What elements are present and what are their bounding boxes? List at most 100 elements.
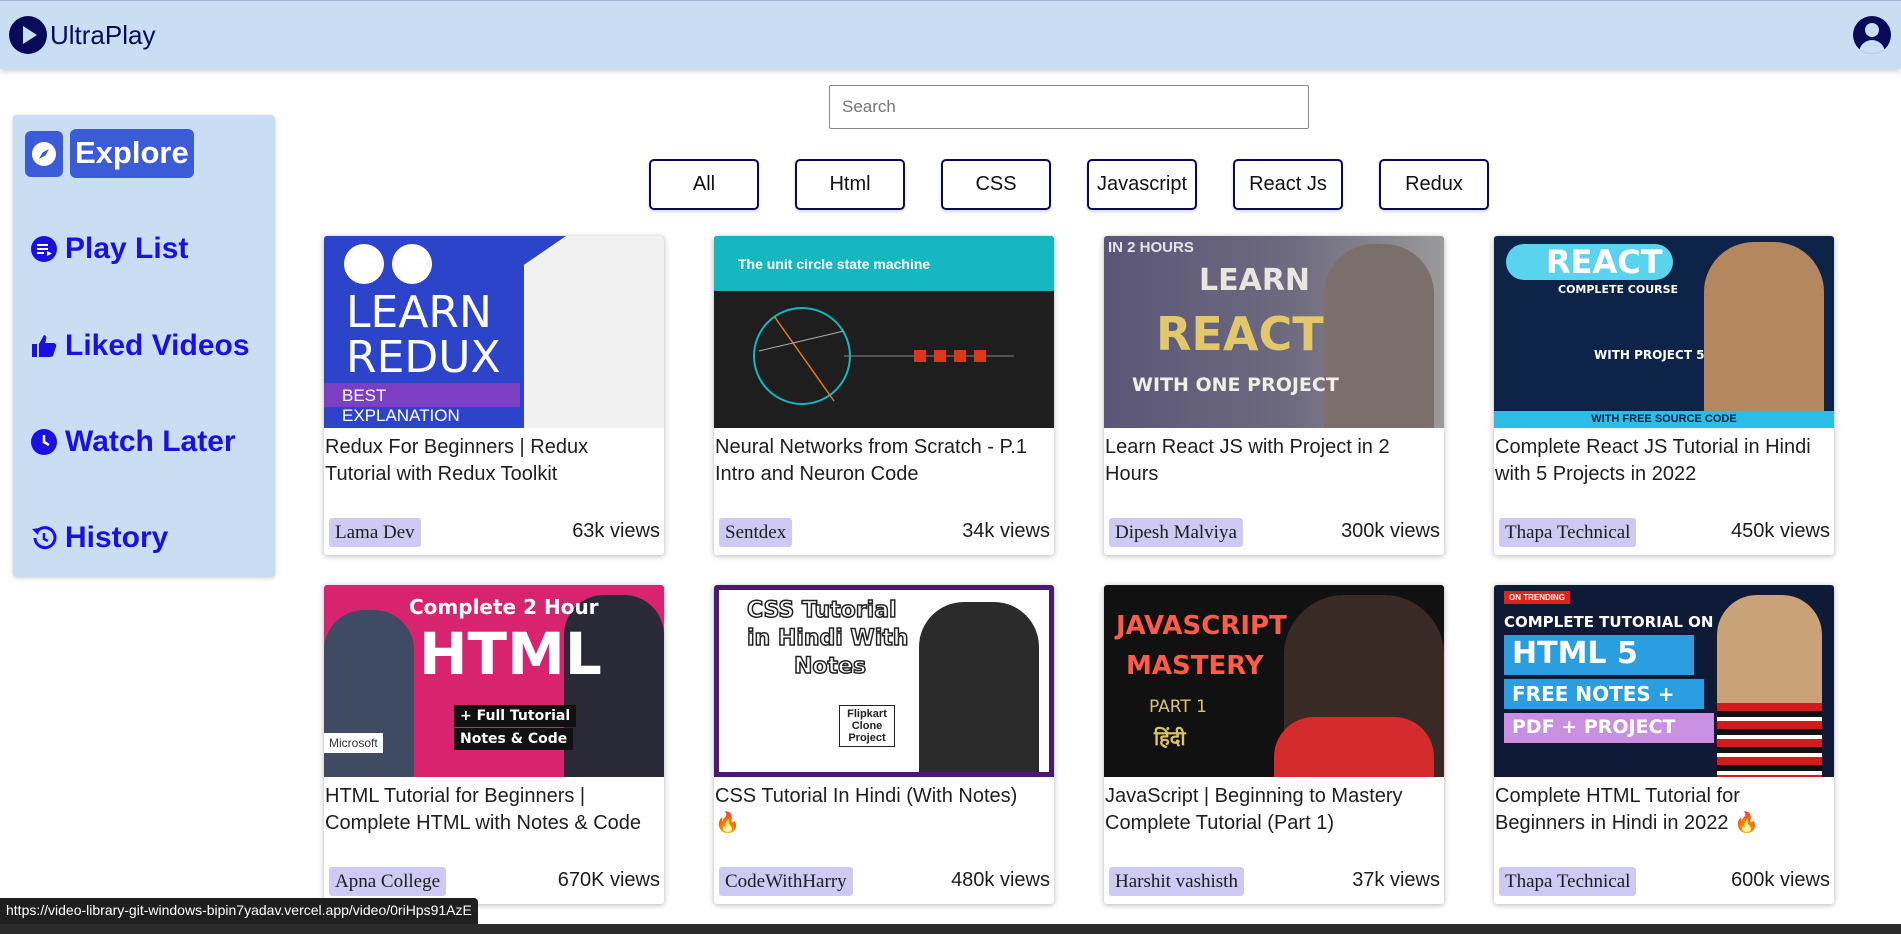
thumbnail-corner-text: IN 2 HOURS xyxy=(1108,239,1194,256)
video-card[interactable]: REACT COMPLETE COURSE WITH PROJECT 5 WIT… xyxy=(1494,236,1834,555)
video-title[interactable]: JavaScript | Beginning to Mastery Comple… xyxy=(1105,783,1435,837)
filter-chip-all[interactable]: All xyxy=(649,159,759,210)
video-thumbnail[interactable]: The unit circle state machine xyxy=(714,236,1054,428)
channel-badge[interactable]: Thapa Technical xyxy=(1499,518,1637,547)
channel-badge[interactable]: Harshit vashisth xyxy=(1109,867,1244,896)
filter-chip-redux[interactable]: Redux xyxy=(1379,159,1489,210)
view-count: 34k views xyxy=(962,520,1050,542)
thumbnail-text: in Hindi With xyxy=(746,626,909,651)
filter-chip-react-js[interactable]: React Js xyxy=(1233,159,1343,210)
compass-icon xyxy=(25,130,63,177)
thumbnail-badge: Microsoft xyxy=(324,733,383,753)
link-status-bar: https://video-library-git-windows-bipin7… xyxy=(0,898,478,924)
thumbnail-text: REACT xyxy=(1506,244,1673,280)
sidebar-item-playlist[interactable]: Play List xyxy=(29,232,188,266)
thumbnail-text: JAVASCRIPT xyxy=(1116,611,1287,641)
top-header: UltraPlay xyxy=(0,0,1901,69)
filter-chip-javascript[interactable]: Javascript xyxy=(1087,159,1197,210)
channel-badge[interactable]: Sentdex xyxy=(719,518,793,547)
thumbnail-badge: Flipkart Clone Project xyxy=(839,705,895,747)
filter-chip-html[interactable]: Html xyxy=(795,159,905,210)
bottom-strip xyxy=(0,924,1901,934)
video-title[interactable]: CSS Tutorial In Hindi (With Notes) 🔥 xyxy=(715,783,1045,837)
view-count: 63k views xyxy=(572,520,660,542)
view-count: 450k views xyxy=(1731,520,1830,542)
thumbnail-text: REACT xyxy=(1156,307,1324,361)
sidebar-item-label: Play List xyxy=(65,232,189,265)
brand-logo-link[interactable]: UltraPlay xyxy=(9,16,155,54)
history-icon xyxy=(29,523,59,553)
video-title[interactable]: Complete React JS Tutorial in Hindi with… xyxy=(1495,434,1825,488)
thumbnail-text: WITH ONE PROJECT xyxy=(1132,374,1339,396)
thumbnail-text: हिंदी xyxy=(1154,726,1186,750)
channel-badge[interactable]: Apna College xyxy=(329,867,447,896)
thumbnail-text: Notes & Code xyxy=(454,728,574,750)
category-filters: All Html CSS Javascript React Js Redux xyxy=(649,159,1489,210)
thumbnail-text: FREE NOTES + xyxy=(1504,679,1704,709)
channel-badge[interactable]: Thapa Technical xyxy=(1499,867,1637,896)
thumbnail-text: Complete 2 Hour xyxy=(409,595,599,619)
channel-badge[interactable]: Lama Dev xyxy=(329,518,421,547)
view-count: 37k views xyxy=(1352,869,1440,891)
video-title[interactable]: Learn React JS with Project in 2 Hours xyxy=(1105,434,1435,488)
thumbnail-badge: BEST EXPLANATION xyxy=(324,383,520,425)
video-card[interactable]: CSS Tutorial in Hindi With Notes Flipkar… xyxy=(714,585,1054,904)
video-title[interactable]: Redux For Beginners | Redux Tutorial wit… xyxy=(325,434,655,488)
view-count: 600k views xyxy=(1731,869,1830,891)
view-count: 300k views xyxy=(1341,520,1440,542)
video-card[interactable]: IN 2 HOURS LEARN REACT WITH ONE PROJECT … xyxy=(1104,236,1444,555)
thumbnail-text: LEARN xyxy=(346,287,492,338)
thumbnail-footer: WITH FREE SOURCE CODE xyxy=(1494,411,1834,428)
video-thumbnail[interactable]: JAVASCRIPT MASTERY PART 1 हिंदी xyxy=(1104,585,1444,777)
video-title[interactable]: Neural Networks from Scratch - P.1 Intro… xyxy=(715,434,1045,488)
video-title[interactable]: HTML Tutorial for Beginners | Complete H… xyxy=(325,783,655,837)
clock-icon xyxy=(29,427,59,457)
video-thumbnail[interactable]: REACT COMPLETE COURSE WITH PROJECT 5 WIT… xyxy=(1494,236,1834,428)
search-input[interactable] xyxy=(829,85,1309,129)
sidebar-item-watch-later[interactable]: Watch Later xyxy=(29,425,236,459)
thumbnail-text: COMPLETE TUTORIAL ON xyxy=(1504,613,1714,631)
thumbnail-text: PART 1 xyxy=(1149,697,1207,717)
video-card[interactable]: Complete 2 Hour HTML + Full Tutorial Not… xyxy=(324,585,664,904)
thumbnail-text: WITH PROJECT 5 xyxy=(1594,348,1705,362)
thumbnail-text: PDF + PROJECT xyxy=(1504,713,1714,743)
thumbnail-text: Notes xyxy=(793,654,867,679)
thumbnail-text: REDUX xyxy=(346,332,501,383)
channel-badge[interactable]: CodeWithHarry xyxy=(719,867,853,896)
video-card[interactable]: JAVASCRIPT MASTERY PART 1 हिंदी JavaScri… xyxy=(1104,585,1444,904)
video-thumbnail[interactable]: LEARN REDUX BEST EXPLANATION xyxy=(324,236,664,428)
video-thumbnail[interactable]: IN 2 HOURS LEARN REACT WITH ONE PROJECT xyxy=(1104,236,1444,428)
video-card[interactable]: ON TRENDING COMPLETE TUTORIAL ON HTML 5 … xyxy=(1494,585,1834,904)
sidebar-item-label: Liked Videos xyxy=(65,329,250,362)
sidebar-item-explore[interactable]: Explore xyxy=(13,129,194,178)
thumbnail-text: + Full Tutorial xyxy=(454,705,577,727)
video-thumbnail[interactable]: ON TRENDING COMPLETE TUTORIAL ON HTML 5 … xyxy=(1494,585,1834,777)
sidebar-item-label: Watch Later xyxy=(65,425,236,458)
thumbnail-text: COMPLETE COURSE xyxy=(1558,283,1679,296)
video-thumbnail[interactable]: Complete 2 Hour HTML + Full Tutorial Not… xyxy=(324,585,664,777)
sidebar-item-liked-videos[interactable]: Liked Videos xyxy=(29,329,250,363)
video-grid: LEARN REDUX BEST EXPLANATION Redux For B… xyxy=(324,236,1834,904)
user-account-icon[interactable] xyxy=(1853,16,1891,54)
thumbnail-text: LEARN xyxy=(1199,263,1311,298)
channel-badge[interactable]: Dipesh Malviya xyxy=(1109,518,1243,547)
sidebar-item-label: Explore xyxy=(70,129,194,178)
app-name: UltraPlay xyxy=(50,19,156,50)
view-count: 480k views xyxy=(951,869,1050,891)
thumbnail-corner-text: ON TRENDING xyxy=(1504,591,1570,604)
thumbnail-text: HTML xyxy=(419,620,602,688)
video-thumbnail[interactable]: CSS Tutorial in Hindi With Notes Flipkar… xyxy=(714,585,1054,777)
playlist-add-icon xyxy=(29,234,59,264)
filter-chip-css[interactable]: CSS xyxy=(941,159,1051,210)
thumbnail-text: HTML 5 xyxy=(1504,635,1694,675)
sidebar-item-label: History xyxy=(65,521,169,554)
view-count: 670K views xyxy=(557,869,660,891)
thumbs-up-icon xyxy=(29,331,59,361)
video-title[interactable]: Complete HTML Tutorial for Beginners in … xyxy=(1495,783,1825,837)
sidebar-item-history[interactable]: History xyxy=(29,521,168,555)
video-card[interactable]: LEARN REDUX BEST EXPLANATION Redux For B… xyxy=(324,236,664,555)
thumbnail-text: MASTERY xyxy=(1126,651,1264,681)
thumbnail-text: CSS Tutorial xyxy=(746,598,897,623)
sidebar: Explore Play List Liked Videos Watch Lat… xyxy=(13,115,275,577)
video-card[interactable]: The unit circle state machine Neural Net… xyxy=(714,236,1054,555)
